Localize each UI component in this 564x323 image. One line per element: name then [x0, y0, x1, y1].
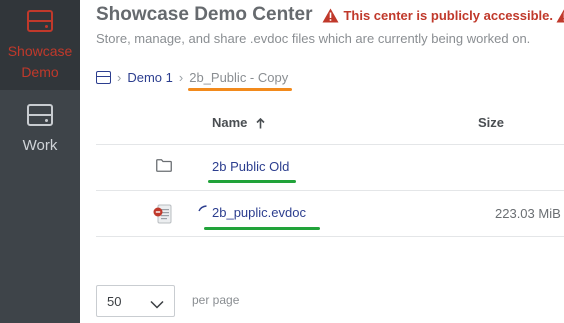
file-link[interactable]: 2b_puplic.evdoc — [204, 205, 320, 230]
sidebar-item-work[interactable]: Work — [0, 92, 80, 172]
breadcrumb-item-current: 2b_Public - Copy — [188, 69, 293, 91]
breadcrumb: › Demo 1 › 2b_Public - Copy — [96, 67, 293, 91]
highlight-underline — [204, 227, 320, 230]
chevron-right-icon: › — [117, 69, 122, 85]
per-page-select[interactable]: 50 — [96, 285, 175, 317]
drive-icon — [27, 10, 53, 32]
warning-text: This center is publicly accessible. — [343, 7, 554, 23]
highlight-underline — [188, 87, 293, 91]
chevron-right-icon: › — [178, 69, 184, 85]
row-name-label: 2b Public Old — [212, 159, 290, 174]
page-title: Showcase Demo Center — [96, 4, 313, 25]
column-header-name[interactable]: Name — [212, 115, 265, 130]
divider — [96, 236, 564, 237]
page-header: Showcase Demo Center This center is publ… — [96, 2, 564, 28]
divider — [96, 144, 564, 145]
warning-icon — [322, 8, 339, 23]
file-size: 223.03 MiB — [495, 206, 561, 221]
evdoc-file-icon — [152, 203, 174, 225]
public-warning: This center is publicly accessible. — [322, 8, 564, 23]
folder-link[interactable]: 2b Public Old — [208, 159, 297, 183]
per-page-label: per page — [192, 293, 240, 307]
drive-icon[interactable] — [96, 70, 111, 84]
breadcrumb-current-label: 2b_Public - Copy — [189, 69, 289, 85]
sort-ascending-icon — [256, 117, 265, 129]
sidebar-item-label: Showcase Demo — [7, 43, 73, 80]
warning-icon — [556, 8, 564, 23]
drive-icon — [27, 104, 53, 126]
folder-icon — [156, 159, 172, 172]
sidebar-item-showcase-demo[interactable]: Showcase Demo — [0, 0, 80, 90]
column-header-size[interactable]: Size — [478, 115, 504, 130]
breadcrumb-item-demo-1[interactable]: Demo 1 — [127, 70, 173, 85]
row-name-label: 2b_puplic.evdoc — [212, 205, 306, 220]
loading-spinner-icon — [198, 200, 208, 212]
highlight-underline — [208, 180, 297, 183]
sidebar: Showcase Demo Work — [0, 0, 80, 323]
divider — [96, 190, 564, 191]
per-page-value: 50 — [107, 294, 122, 309]
sidebar-item-label: Work — [22, 137, 58, 154]
column-header-label: Name — [212, 115, 248, 130]
chevron-down-icon — [150, 296, 164, 309]
page-subtitle: Store, manage, and share .evdoc files wh… — [96, 31, 531, 46]
